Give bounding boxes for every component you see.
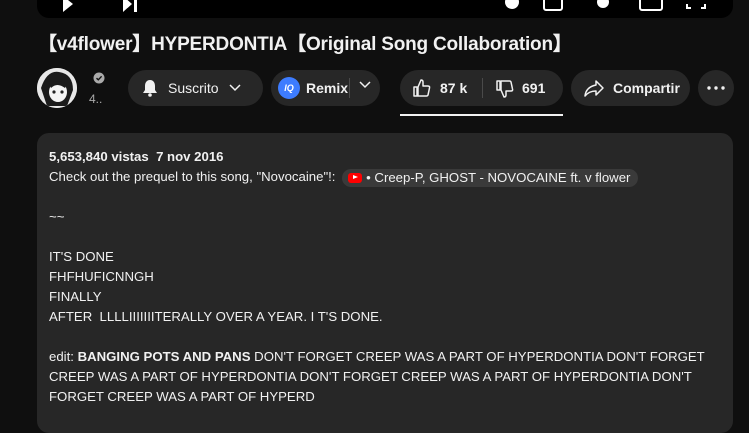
subscriber-count: 4.. (89, 92, 103, 106)
play-icon[interactable] (61, 0, 75, 14)
subscribed-label: Suscrito (168, 80, 219, 96)
like-count[interactable]: 87 k (440, 80, 467, 96)
bell-icon (143, 80, 157, 97)
description-line: AFTER LLLLIIIIIIITERALLY OVER A YEAR. I … (49, 309, 383, 324)
description-box[interactable]: 5,653,840 vistas 7 nov 2016 Check out th… (37, 133, 733, 433)
remix-label: Remix (306, 80, 349, 96)
subscribed-button[interactable]: Suscrito (128, 70, 263, 106)
description-meta: 5,653,840 vistas 7 nov 2016 (49, 147, 719, 167)
edit-bold-text: BANGING POTS AND PANS (77, 349, 251, 364)
prequel-text: Check out the prequel to this song, "Nov… (49, 169, 336, 184)
share-label: Compartir (613, 80, 680, 96)
description-line: FHFHUFICNNGH (49, 269, 154, 284)
linked-video-chip[interactable]: • Creep-P, GHOST - NOVOCAINE ft. v flowe… (342, 168, 639, 187)
settings-gear-icon[interactable] (593, 0, 613, 14)
description-line: FINALLY (49, 289, 102, 304)
description-separator: ~~ (49, 209, 65, 224)
autoplay-icon[interactable] (503, 0, 521, 14)
next-icon[interactable] (121, 0, 139, 14)
dislike-count[interactable]: 691 (522, 80, 545, 96)
edit-prefix: edit: (49, 349, 78, 364)
youtube-icon (348, 172, 363, 183)
more-actions-button[interactable] (698, 70, 734, 106)
more-horizontal-icon (707, 86, 725, 90)
subtitles-icon[interactable] (543, 0, 563, 14)
fullscreen-icon[interactable] (685, 0, 707, 14)
video-title: 【v4flower】HYPERDONTIA【Original Song Coll… (38, 34, 572, 55)
chevron-down-icon[interactable] (359, 81, 371, 89)
remix-logo-icon: IQ (278, 77, 300, 99)
channel-avatar[interactable] (37, 68, 77, 108)
share-button[interactable]: Compartir (571, 70, 690, 106)
remix-divider (349, 78, 350, 98)
video-player-controls (37, 0, 733, 18)
description-line: IT'S DONE (49, 249, 114, 264)
thumbs-down-icon[interactable] (495, 79, 515, 99)
theater-mode-icon[interactable] (639, 0, 663, 14)
verified-badge-icon (93, 72, 105, 84)
avatar-image (37, 68, 77, 108)
linked-video-title: • Creep-P, GHOST - NOVOCAINE ft. v flowe… (366, 169, 631, 185)
thumbs-up-icon[interactable] (412, 78, 432, 98)
prequel-line: Check out the prequel to this song, "Nov… (49, 167, 719, 187)
edit-line-2: CREEP WAS A PART OF HYPERDONTIA DON'T FO… (49, 369, 692, 384)
edit-line-1: edit: BANGING POTS AND PANS DON'T FORGET… (49, 347, 719, 367)
edit-line-3: FORGET CREEP WAS A PART OF HYPERD (49, 389, 315, 404)
like-active-underline (400, 114, 563, 116)
remix-button[interactable]: IQ Remix (271, 70, 380, 106)
view-count: 5,653,840 vistas (49, 149, 149, 164)
like-dislike-group: 87 k 691 (400, 70, 563, 106)
share-icon (584, 80, 604, 97)
edit-text-1: DON'T FORGET CREEP WAS A PART OF HYPERDO… (250, 349, 705, 364)
chevron-down-icon (229, 84, 241, 92)
upload-date: 7 nov 2016 (156, 149, 224, 164)
like-divider (482, 78, 483, 98)
